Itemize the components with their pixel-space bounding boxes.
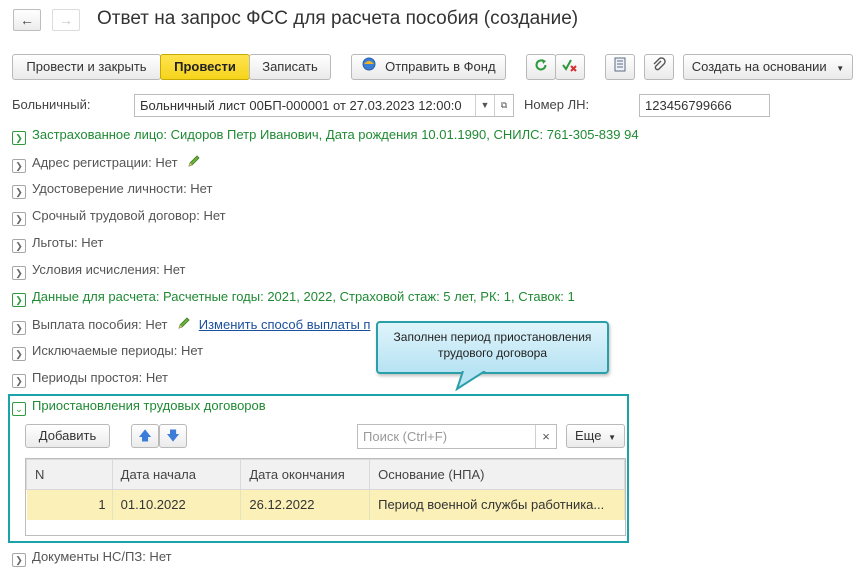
group-suspensions[interactable]: ⌄ Приостановления трудовых договоров	[12, 398, 266, 416]
group-insured-label: Застрахованное лицо: Сидоров Петр Иванов…	[32, 127, 639, 142]
group-fixed-contract-label: Срочный трудовой договор: Нет	[32, 208, 226, 223]
post-button[interactable]: Провести	[160, 54, 250, 80]
check-cross-icon	[562, 56, 578, 80]
group-id-document[interactable]: ❯ Удостоверение личности: Нет	[12, 181, 212, 199]
group-excluded-periods[interactable]: ❯ Исключаемые периоды: Нет	[12, 343, 203, 361]
search-clear-button[interactable]: ×	[535, 425, 556, 448]
cell-n[interactable]: 1	[26, 489, 113, 520]
column-header-n[interactable]: N	[26, 459, 113, 490]
chevron-right-icon: ❯	[12, 212, 26, 226]
sick-leave-value: Больничный лист 00БП-000001 от 27.03.202…	[140, 98, 462, 113]
group-excluded-periods-label: Исключаемые периоды: Нет	[32, 343, 204, 358]
refresh-button[interactable]	[526, 54, 556, 80]
change-payment-method-link[interactable]: Изменить способ выплаты п	[199, 317, 371, 332]
cell-end[interactable]: 26.12.2022	[240, 489, 371, 520]
create-based-on-button[interactable]: Создать на основании ▼	[683, 54, 853, 80]
group-accident-docs[interactable]: ❯ Документы НС/ПЗ: Нет	[12, 549, 172, 567]
move-down-button[interactable]: 🡇	[159, 424, 187, 448]
paperclip-icon	[652, 56, 666, 80]
group-id-document-label: Удостоверение личности: Нет	[32, 181, 213, 196]
hint-line-2: трудового договора	[437, 346, 548, 360]
callout-pointer	[455, 371, 486, 391]
hint-line-1: Заполнен период приостановления	[393, 330, 592, 344]
group-calc-conditions-label: Условия исчисления: Нет	[32, 262, 186, 277]
chevron-right-icon: ❯	[12, 131, 26, 145]
chevron-right-icon: ❯	[12, 347, 26, 361]
chevron-right-icon: ❯	[12, 553, 26, 567]
close-icon: ×	[542, 429, 550, 444]
search-input[interactable]: Поиск (Ctrl+F) ×	[357, 424, 557, 449]
post-and-close-button[interactable]: Провести и закрыть	[12, 54, 161, 80]
attachments-button[interactable]	[644, 54, 674, 80]
report-button[interactable]	[605, 54, 635, 80]
pencil-icon[interactable]	[177, 316, 191, 333]
more-button[interactable]: Еще ▼	[566, 424, 625, 448]
chevron-right-icon: ❯	[12, 321, 26, 335]
table-header-row: N Дата начала Дата окончания Основание (…	[26, 459, 625, 490]
back-button[interactable]: ←	[13, 9, 41, 31]
document-list-icon	[614, 56, 626, 80]
forward-button[interactable]: →	[52, 9, 80, 31]
hint-callout: Заполнен период приостановления трудовог…	[376, 321, 609, 374]
column-header-start[interactable]: Дата начала	[111, 459, 242, 490]
create-based-on-label: Создать на основании	[691, 59, 827, 74]
chevron-right-icon: ❯	[12, 185, 26, 199]
table-row[interactable]: 1 01.10.2022 26.12.2022 Период военной с…	[26, 489, 625, 520]
arrow-left-icon: ←	[20, 12, 34, 28]
ln-number-label: Номер ЛН:	[524, 97, 590, 112]
sick-leave-label: Больничный:	[12, 97, 91, 112]
group-address[interactable]: ❯ Адрес регистрации: Нет	[12, 154, 201, 173]
group-insured-person[interactable]: ❯ Застрахованное лицо: Сидоров Петр Ивано…	[12, 127, 639, 145]
ln-number-value: 123456799666	[645, 98, 732, 113]
add-button[interactable]: Добавить	[25, 424, 110, 448]
move-up-button[interactable]: 🡅	[131, 424, 159, 448]
group-fixed-contract[interactable]: ❯ Срочный трудовой договор: Нет	[12, 208, 226, 226]
dropdown-arrow-icon: ▼	[608, 433, 616, 442]
dropdown-arrow-icon: ▼	[836, 64, 845, 73]
group-benefits-label: Льготы: Нет	[32, 235, 104, 250]
cell-basis[interactable]: Период военной службы работника...	[369, 489, 625, 520]
send-to-fund-button[interactable]: Отправить в Фонд	[351, 54, 506, 80]
group-address-label: Адрес регистрации: Нет	[32, 155, 178, 170]
clear-validation-button[interactable]	[555, 54, 585, 80]
chevron-right-icon: ❯	[12, 374, 26, 388]
chevron-right-icon: ❯	[12, 239, 26, 253]
chevron-down-icon: ⌄	[12, 402, 26, 416]
group-suspensions-label: Приостановления трудовых договоров	[32, 398, 266, 413]
group-idle-periods[interactable]: ❯ Периоды простоя: Нет	[12, 370, 168, 388]
group-payment-label: Выплата пособия: Нет	[32, 317, 168, 332]
arrow-down-icon: 🡇	[166, 428, 180, 443]
group-calc-data-label: Данные для расчета: Расчетные годы: 2021…	[32, 289, 575, 304]
column-header-basis[interactable]: Основание (НПА)	[369, 459, 625, 490]
group-payment[interactable]: ❯ Выплата пособия: Нет Изменить способ вы…	[12, 316, 371, 335]
chevron-right-icon: ❯	[12, 159, 26, 173]
sick-leave-dropdown-button[interactable]: ▼	[475, 95, 494, 116]
chevron-right-icon: ❯	[12, 293, 26, 307]
group-calc-conditions[interactable]: ❯ Условия исчисления: Нет	[12, 262, 185, 280]
arrow-right-icon: →	[59, 12, 73, 28]
refresh-icon	[534, 56, 548, 80]
more-label: Еще	[575, 428, 602, 443]
search-placeholder: Поиск (Ctrl+F)	[363, 429, 448, 444]
page-title: Ответ на запрос ФСС для расчета пособия …	[97, 8, 579, 29]
send-to-fund-label: Отправить в Фонд	[385, 59, 496, 74]
save-button[interactable]: Записать	[249, 54, 331, 80]
ln-number-field[interactable]: 123456799666	[639, 94, 770, 117]
fund-globe-icon	[361, 56, 377, 80]
group-accident-docs-label: Документы НС/ПЗ: Нет	[32, 549, 172, 564]
pencil-icon[interactable]	[187, 154, 201, 171]
cell-start[interactable]: 01.10.2022	[112, 489, 242, 520]
column-header-end[interactable]: Дата окончания	[240, 459, 371, 490]
chevron-right-icon: ❯	[12, 266, 26, 280]
sick-leave-field[interactable]: Больничный лист 00БП-000001 от 27.03.202…	[134, 94, 514, 117]
group-benefits[interactable]: ❯ Льготы: Нет	[12, 235, 103, 253]
arrow-up-icon: 🡅	[138, 428, 152, 443]
open-window-icon: ⧉	[500, 100, 508, 110]
sick-leave-open-button[interactable]: ⧉	[494, 95, 513, 116]
group-idle-periods-label: Периоды простоя: Нет	[32, 370, 168, 385]
suspensions-table: N Дата начала Дата окончания Основание (…	[26, 459, 625, 520]
group-calc-data[interactable]: ❯ Данные для расчета: Расчетные годы: 202…	[12, 289, 575, 307]
chevron-down-icon: ▼	[480, 100, 490, 110]
